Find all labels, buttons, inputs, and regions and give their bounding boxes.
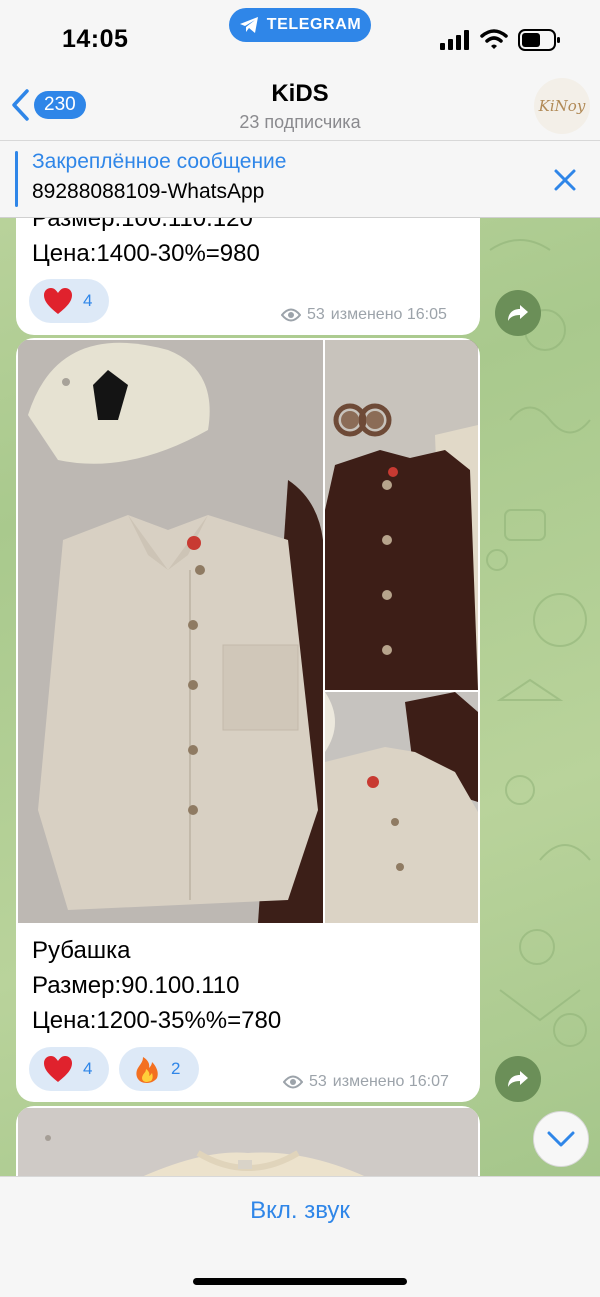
heart-icon bbox=[44, 288, 72, 314]
home-indicator[interactable] bbox=[193, 1278, 407, 1285]
message-text-line: Цена:1200-35%%=780 bbox=[32, 1007, 282, 1034]
edited-time: изменено 16:07 bbox=[332, 1073, 449, 1090]
message-bubble[interactable]: Рубашка Размер:90.100.110 Цена:1200-35%%… bbox=[16, 338, 480, 1102]
wifi-icon bbox=[480, 29, 508, 49]
fire-icon bbox=[136, 1057, 158, 1083]
telegram-icon bbox=[239, 17, 258, 33]
share-button[interactable] bbox=[495, 290, 541, 336]
reaction-heart[interactable]: 4 bbox=[29, 1047, 109, 1091]
subscriber-count: 23 подписчика bbox=[239, 112, 361, 132]
chat-title[interactable]: KiDS bbox=[0, 80, 600, 108]
battery-icon bbox=[518, 29, 560, 51]
unmute-button[interactable]: Вкл. звук bbox=[0, 1197, 600, 1225]
share-arrow-icon bbox=[508, 1071, 528, 1087]
reaction-count: 4 bbox=[83, 291, 93, 310]
cellular-signal-icon bbox=[440, 30, 469, 50]
chevron-down-icon bbox=[547, 1131, 575, 1147]
message-meta: 53 изменено 16:07 bbox=[283, 1073, 449, 1091]
view-count: 53 bbox=[307, 306, 325, 323]
photo-main[interactable] bbox=[18, 340, 323, 923]
reaction-fire[interactable]: 2 bbox=[119, 1047, 199, 1091]
photo-secondary[interactable] bbox=[325, 340, 478, 690]
edited-time: изменено 16:05 bbox=[330, 306, 447, 323]
photo-shirt-cap-image bbox=[18, 340, 323, 923]
clock: 14:05 bbox=[62, 25, 129, 53]
channel-avatar[interactable]: KiNoy bbox=[534, 78, 590, 134]
message-text-line: Цена:1400-30%=980 bbox=[32, 240, 260, 267]
pinned-text: 89288088109-WhatsApp bbox=[32, 180, 265, 203]
reaction-heart[interactable]: 4 bbox=[29, 279, 109, 323]
close-icon[interactable] bbox=[550, 165, 580, 195]
message-meta: 53 изменено 16:05 bbox=[281, 306, 447, 324]
reaction-count: 2 bbox=[171, 1059, 181, 1078]
eye-icon bbox=[283, 1075, 303, 1089]
pinned-indicator bbox=[15, 151, 18, 207]
return-to-telegram-pill[interactable]: TELEGRAM bbox=[229, 8, 371, 42]
eye-icon bbox=[281, 308, 301, 322]
share-arrow-icon bbox=[508, 305, 528, 321]
scroll-to-bottom-button[interactable] bbox=[533, 1111, 589, 1167]
return-app-label: TELEGRAM bbox=[266, 16, 362, 33]
reaction-count: 4 bbox=[83, 1059, 93, 1078]
photo-brown-shirt-image bbox=[325, 340, 478, 690]
photo-beige-shirt-image bbox=[325, 692, 478, 923]
avatar-logo-text: KiNoy bbox=[538, 97, 586, 115]
pinned-message-bar[interactable]: Закреплённое сообщение 89288088109-Whats… bbox=[0, 140, 600, 218]
share-button[interactable] bbox=[495, 1056, 541, 1102]
message-text-line: Рубашка bbox=[32, 937, 131, 964]
message-text-line: Размер:90.100.110 bbox=[32, 972, 240, 999]
status-bar: 14:05 TELEGRAM bbox=[0, 0, 600, 70]
chat-header: 230 KiDS 23 подписчика KiNoy bbox=[0, 70, 600, 140]
view-count: 53 bbox=[309, 1073, 327, 1090]
photo-tertiary[interactable] bbox=[325, 692, 478, 923]
bottom-bar: Вкл. звук bbox=[0, 1176, 600, 1297]
pinned-title: Закреплённое сообщение bbox=[32, 150, 287, 173]
heart-icon bbox=[44, 1056, 72, 1082]
